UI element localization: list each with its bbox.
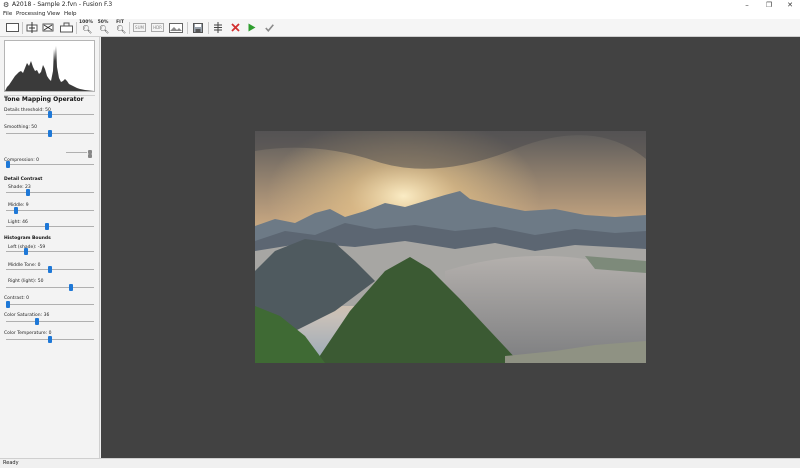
slider-label-middle-tone: Middle Tone: 0 bbox=[8, 263, 41, 268]
toolbar-separator bbox=[187, 22, 188, 34]
status-bar: Ready bbox=[0, 458, 800, 468]
group-title-histogram-bounds: Histogram Bounds bbox=[4, 236, 51, 241]
frame-button[interactable] bbox=[4, 20, 20, 35]
zoom-icon: 🔍︎ bbox=[82, 25, 93, 34]
slider-thumb-right-light[interactable] bbox=[69, 284, 73, 291]
frame-icon bbox=[5, 23, 19, 32]
menu-file[interactable]: File bbox=[3, 10, 12, 19]
slider-track-left-shade[interactable] bbox=[6, 251, 94, 252]
run-button[interactable] bbox=[245, 20, 259, 35]
apply-button[interactable] bbox=[262, 20, 276, 35]
slider-track-contrast[interactable] bbox=[6, 304, 94, 305]
slider-thumb-compression[interactable] bbox=[6, 161, 10, 168]
slider-thumb-light[interactable] bbox=[44, 223, 49, 230]
slider-label-light: Light: 46 bbox=[8, 220, 28, 225]
menu-bar: File Processing View Help bbox=[0, 10, 800, 19]
slider-label-middle: Middle: 9 bbox=[8, 203, 29, 208]
zoom-50-button[interactable]: 50% 🔍︎ bbox=[96, 20, 110, 35]
apply-icon bbox=[264, 23, 274, 32]
save-icon bbox=[193, 22, 203, 33]
slider-track-color-saturation[interactable] bbox=[6, 321, 94, 322]
stepper-down-icon[interactable] bbox=[88, 154, 92, 158]
histogram bbox=[4, 40, 95, 92]
slider-label-color-saturation: Color Saturation: 36 bbox=[4, 313, 50, 318]
toolbar-separator bbox=[76, 22, 77, 34]
slider-thumb-middle-tone[interactable] bbox=[48, 266, 52, 273]
landscape-photo bbox=[255, 131, 646, 363]
split-icon bbox=[214, 22, 222, 33]
slider-label-color-temperature: Color Temperature: 0 bbox=[4, 331, 52, 336]
minimize-button[interactable]: – bbox=[740, 0, 754, 10]
zoom-icon: 🔍︎ bbox=[99, 25, 110, 34]
slider-thumb-contrast[interactable] bbox=[6, 301, 10, 308]
crop-icon bbox=[59, 22, 73, 33]
distribute-button[interactable] bbox=[41, 20, 55, 35]
toolbar-separator bbox=[22, 22, 23, 34]
restore-icon: ❐ bbox=[765, 1, 773, 9]
slider-track-light[interactable] bbox=[6, 226, 94, 227]
title-bar: ⚙ A2018 - Sample 2.fvn - Fusion F.3 – ❐ … bbox=[0, 0, 800, 10]
slider-label-right-light: Right (light): 50 bbox=[8, 279, 44, 284]
toolbar-separator bbox=[129, 22, 130, 34]
menu-view[interactable]: View bbox=[47, 10, 60, 19]
stepper-track bbox=[66, 152, 87, 153]
hdr-label: HDR bbox=[151, 23, 164, 32]
cancel-icon bbox=[230, 23, 240, 32]
app-window: ⚙ A2018 - Sample 2.fvn - Fusion F.3 – ❐ … bbox=[0, 0, 800, 468]
slider-track-shade[interactable] bbox=[6, 192, 94, 193]
slider-thumb-middle[interactable] bbox=[14, 207, 19, 214]
slider-thumb-details-threshold[interactable] bbox=[48, 111, 52, 118]
restore-button[interactable]: ❐ bbox=[762, 0, 776, 10]
align-icon bbox=[26, 22, 38, 33]
slider-track-middle[interactable] bbox=[6, 210, 94, 211]
group-title-detail-contrast: Detail Contrast bbox=[4, 177, 43, 182]
zoom-100-button[interactable]: 100% 🔍︎ bbox=[79, 20, 93, 35]
run-icon bbox=[248, 23, 256, 32]
sum-label: SUM bbox=[133, 23, 146, 32]
split-button[interactable] bbox=[211, 20, 225, 35]
cancel-button[interactable] bbox=[228, 20, 242, 35]
section-title-tone-mapping: Tone Mapping Operator bbox=[4, 96, 84, 103]
window-title: A2018 - Sample 2.fvn - Fusion F.3 bbox=[12, 1, 113, 8]
save-button[interactable] bbox=[191, 20, 205, 35]
hdr-button[interactable]: HDR bbox=[150, 20, 165, 35]
zoom-fit-button[interactable]: FIT 🔍︎ bbox=[113, 20, 127, 35]
menu-processing[interactable]: Processing bbox=[16, 10, 45, 19]
app-logo-icon: ⚙ bbox=[3, 1, 10, 9]
status-text: Ready bbox=[3, 460, 19, 466]
toolbar: 100% 🔍︎ 50% 🔍︎ FIT 🔍︎ SUM HDR bbox=[0, 19, 800, 37]
close-icon: ✕ bbox=[787, 1, 793, 9]
sum-button[interactable]: SUM bbox=[132, 20, 147, 35]
menu-help[interactable]: Help bbox=[64, 10, 77, 19]
slider-track-compression[interactable] bbox=[6, 164, 94, 165]
slider-thumb-shade[interactable] bbox=[26, 189, 31, 196]
slider-thumb-color-temperature[interactable] bbox=[48, 336, 52, 343]
crop-button[interactable] bbox=[58, 20, 74, 35]
slider-label-smoothing: Smoothing: 50 bbox=[4, 125, 37, 130]
image-canvas[interactable] bbox=[101, 37, 800, 458]
slider-label-details-threshold: Details threshold: 50 bbox=[4, 108, 51, 113]
close-button[interactable]: ✕ bbox=[783, 0, 797, 10]
preview-image[interactable] bbox=[255, 131, 646, 363]
distribute-icon bbox=[42, 23, 54, 32]
image-icon bbox=[169, 22, 183, 33]
image-button[interactable] bbox=[168, 20, 184, 35]
align-button[interactable] bbox=[25, 20, 39, 35]
slider-track-right-light[interactable] bbox=[6, 287, 94, 288]
slider-thumb-smoothing[interactable] bbox=[48, 130, 52, 137]
histogram-graph bbox=[5, 46, 94, 91]
settings-panel: Tone Mapping Operator Details threshold:… bbox=[0, 37, 100, 458]
slider-thumb-color-saturation[interactable] bbox=[34, 318, 39, 325]
minimize-icon: – bbox=[745, 1, 749, 9]
slider-thumb-left-shade[interactable] bbox=[23, 248, 28, 255]
toolbar-separator bbox=[208, 22, 209, 34]
zoom-icon: 🔍︎ bbox=[116, 25, 127, 34]
